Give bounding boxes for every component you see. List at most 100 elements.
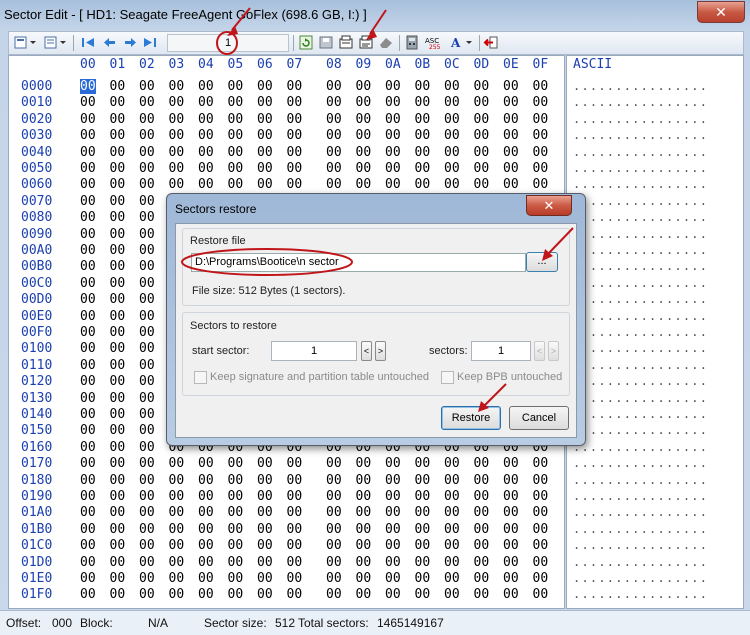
ascii-row[interactable]: . . . . . . . . . . . . . . . . — [573, 309, 707, 323]
hex-byte[interactable]: 00 — [474, 555, 490, 570]
hex-byte[interactable]: 00 — [110, 587, 126, 602]
hex-byte[interactable]: 00 — [503, 555, 519, 570]
hex-byte[interactable]: 00 — [110, 555, 126, 570]
hex-byte[interactable]: 00 — [326, 456, 342, 471]
hex-byte[interactable]: 00 — [356, 571, 372, 586]
hex-byte[interactable]: 00 — [257, 522, 273, 537]
hex-byte[interactable]: 00 — [385, 587, 401, 602]
hex-byte[interactable]: 00 — [198, 128, 214, 143]
hex-byte[interactable]: 00 — [139, 538, 155, 553]
hex-byte[interactable]: 00 — [139, 276, 155, 291]
hex-byte[interactable]: 00 — [415, 538, 431, 553]
hex-byte[interactable]: 00 — [444, 489, 460, 504]
hex-byte[interactable]: 00 — [80, 128, 96, 143]
ascii-row[interactable]: . . . . . . . . . . . . . . . . — [573, 112, 707, 126]
ascii-row[interactable]: . . . . . . . . . . . . . . . . — [573, 128, 707, 142]
hex-byte[interactable]: 00 — [356, 587, 372, 602]
hex-byte[interactable]: 00 — [80, 227, 96, 242]
hex-byte[interactable]: 00 — [198, 522, 214, 537]
hex-byte[interactable]: 00 — [474, 505, 490, 520]
hex-byte[interactable]: 00 — [503, 538, 519, 553]
hex-byte[interactable]: 00 — [80, 505, 96, 520]
ascii-row[interactable]: . . . . . . . . . . . . . . . . — [573, 473, 707, 487]
hex-byte[interactable]: 00 — [139, 440, 155, 455]
hex-byte[interactable]: 00 — [533, 505, 549, 520]
hex-byte[interactable]: 00 — [287, 177, 303, 192]
hex-byte[interactable]: 00 — [444, 571, 460, 586]
hex-byte[interactable]: 00 — [139, 505, 155, 520]
hex-byte[interactable]: 00 — [110, 128, 126, 143]
hex-byte[interactable]: 00 — [110, 391, 126, 406]
hex-byte[interactable]: 00 — [257, 538, 273, 553]
hex-byte[interactable]: 00 — [444, 145, 460, 160]
hex-byte[interactable]: 00 — [110, 538, 126, 553]
hex-byte[interactable]: 00 — [80, 243, 96, 258]
ascii-row[interactable]: . . . . . . . . . . . . . . . . — [573, 571, 707, 585]
hex-byte[interactable]: 00 — [444, 128, 460, 143]
hex-byte[interactable]: 00 — [80, 587, 96, 602]
hex-byte[interactable]: 00 — [228, 505, 244, 520]
hex-byte[interactable]: 00 — [287, 128, 303, 143]
hex-byte[interactable]: 00 — [356, 505, 372, 520]
hex-byte[interactable]: 00 — [228, 177, 244, 192]
hex-byte[interactable]: 00 — [110, 210, 126, 225]
hex-byte[interactable]: 00 — [257, 587, 273, 602]
hex-byte[interactable]: 00 — [287, 489, 303, 504]
hex-byte[interactable]: 00 — [198, 112, 214, 127]
ascii-row[interactable]: . . . . . . . . . . . . . . . . — [573, 227, 707, 241]
hex-byte[interactable]: 00 — [356, 128, 372, 143]
hex-byte[interactable]: 00 — [385, 489, 401, 504]
hex-byte[interactable]: 00 — [444, 473, 460, 488]
hex-byte[interactable]: 00 — [139, 194, 155, 209]
hex-byte[interactable]: 00 — [139, 145, 155, 160]
hex-byte[interactable]: 00 — [139, 177, 155, 192]
restore-path-input[interactable]: D:\Programs\Bootice\n sector — [191, 253, 526, 272]
hex-byte[interactable]: 00 — [228, 95, 244, 110]
hex-byte[interactable]: 00 — [326, 128, 342, 143]
hex-byte[interactable]: 00 — [80, 210, 96, 225]
hex-byte[interactable]: 00 — [474, 128, 490, 143]
hex-byte[interactable]: 00 — [139, 259, 155, 274]
hex-byte[interactable]: 00 — [80, 358, 96, 373]
hex-byte[interactable]: 00 — [80, 489, 96, 504]
hex-byte[interactable]: 00 — [474, 489, 490, 504]
ascii-row[interactable]: . . . . . . . . . . . . . . . . — [573, 292, 707, 306]
hex-byte[interactable]: 00 — [385, 145, 401, 160]
hex-byte[interactable]: 00 — [169, 128, 185, 143]
hex-byte[interactable]: 00 — [80, 440, 96, 455]
calculator-icon[interactable] — [403, 35, 421, 50]
next-icon[interactable] — [121, 35, 139, 50]
hex-byte[interactable]: 00 — [385, 95, 401, 110]
hex-byte[interactable]: 00 — [80, 145, 96, 160]
hex-byte[interactable]: 00 — [326, 489, 342, 504]
hex-byte[interactable]: 00 — [287, 79, 303, 94]
sectors-input[interactable]: 1 — [471, 341, 531, 361]
hex-byte[interactable]: 00 — [257, 79, 273, 94]
hex-byte[interactable]: 00 — [110, 259, 126, 274]
hex-byte[interactable]: 00 — [444, 555, 460, 570]
hex-byte[interactable]: 00 — [326, 538, 342, 553]
ascii-row[interactable]: . . . . . . . . . . . . . . . . — [573, 79, 707, 93]
hex-byte[interactable]: 00 — [110, 473, 126, 488]
ascii-row[interactable]: . . . . . . . . . . . . . . . . — [573, 194, 707, 208]
hex-byte[interactable]: 00 — [444, 95, 460, 110]
hex-byte[interactable]: 00 — [198, 473, 214, 488]
hex-byte[interactable]: 00 — [385, 161, 401, 176]
hex-byte[interactable]: 00 — [356, 161, 372, 176]
hex-byte[interactable]: 00 — [80, 292, 96, 307]
hex-byte[interactable]: 00 — [80, 423, 96, 438]
hex-byte[interactable]: 00 — [110, 489, 126, 504]
hex-byte[interactable]: 00 — [169, 456, 185, 471]
hex-byte[interactable]: 00 — [139, 423, 155, 438]
hex-byte[interactable]: 00 — [415, 456, 431, 471]
hex-byte[interactable]: 00 — [80, 407, 96, 422]
hex-byte[interactable]: 00 — [198, 571, 214, 586]
hex-byte[interactable]: 00 — [80, 276, 96, 291]
exit-icon[interactable] — [483, 35, 501, 50]
hex-byte[interactable]: 00 — [257, 95, 273, 110]
hex-byte[interactable]: 00 — [257, 161, 273, 176]
hex-byte[interactable]: 00 — [533, 587, 549, 602]
hex-byte[interactable]: 00 — [356, 522, 372, 537]
hex-byte[interactable]: 00 — [139, 325, 155, 340]
ascii-row[interactable]: . . . . . . . . . . . . . . . . — [573, 555, 707, 569]
